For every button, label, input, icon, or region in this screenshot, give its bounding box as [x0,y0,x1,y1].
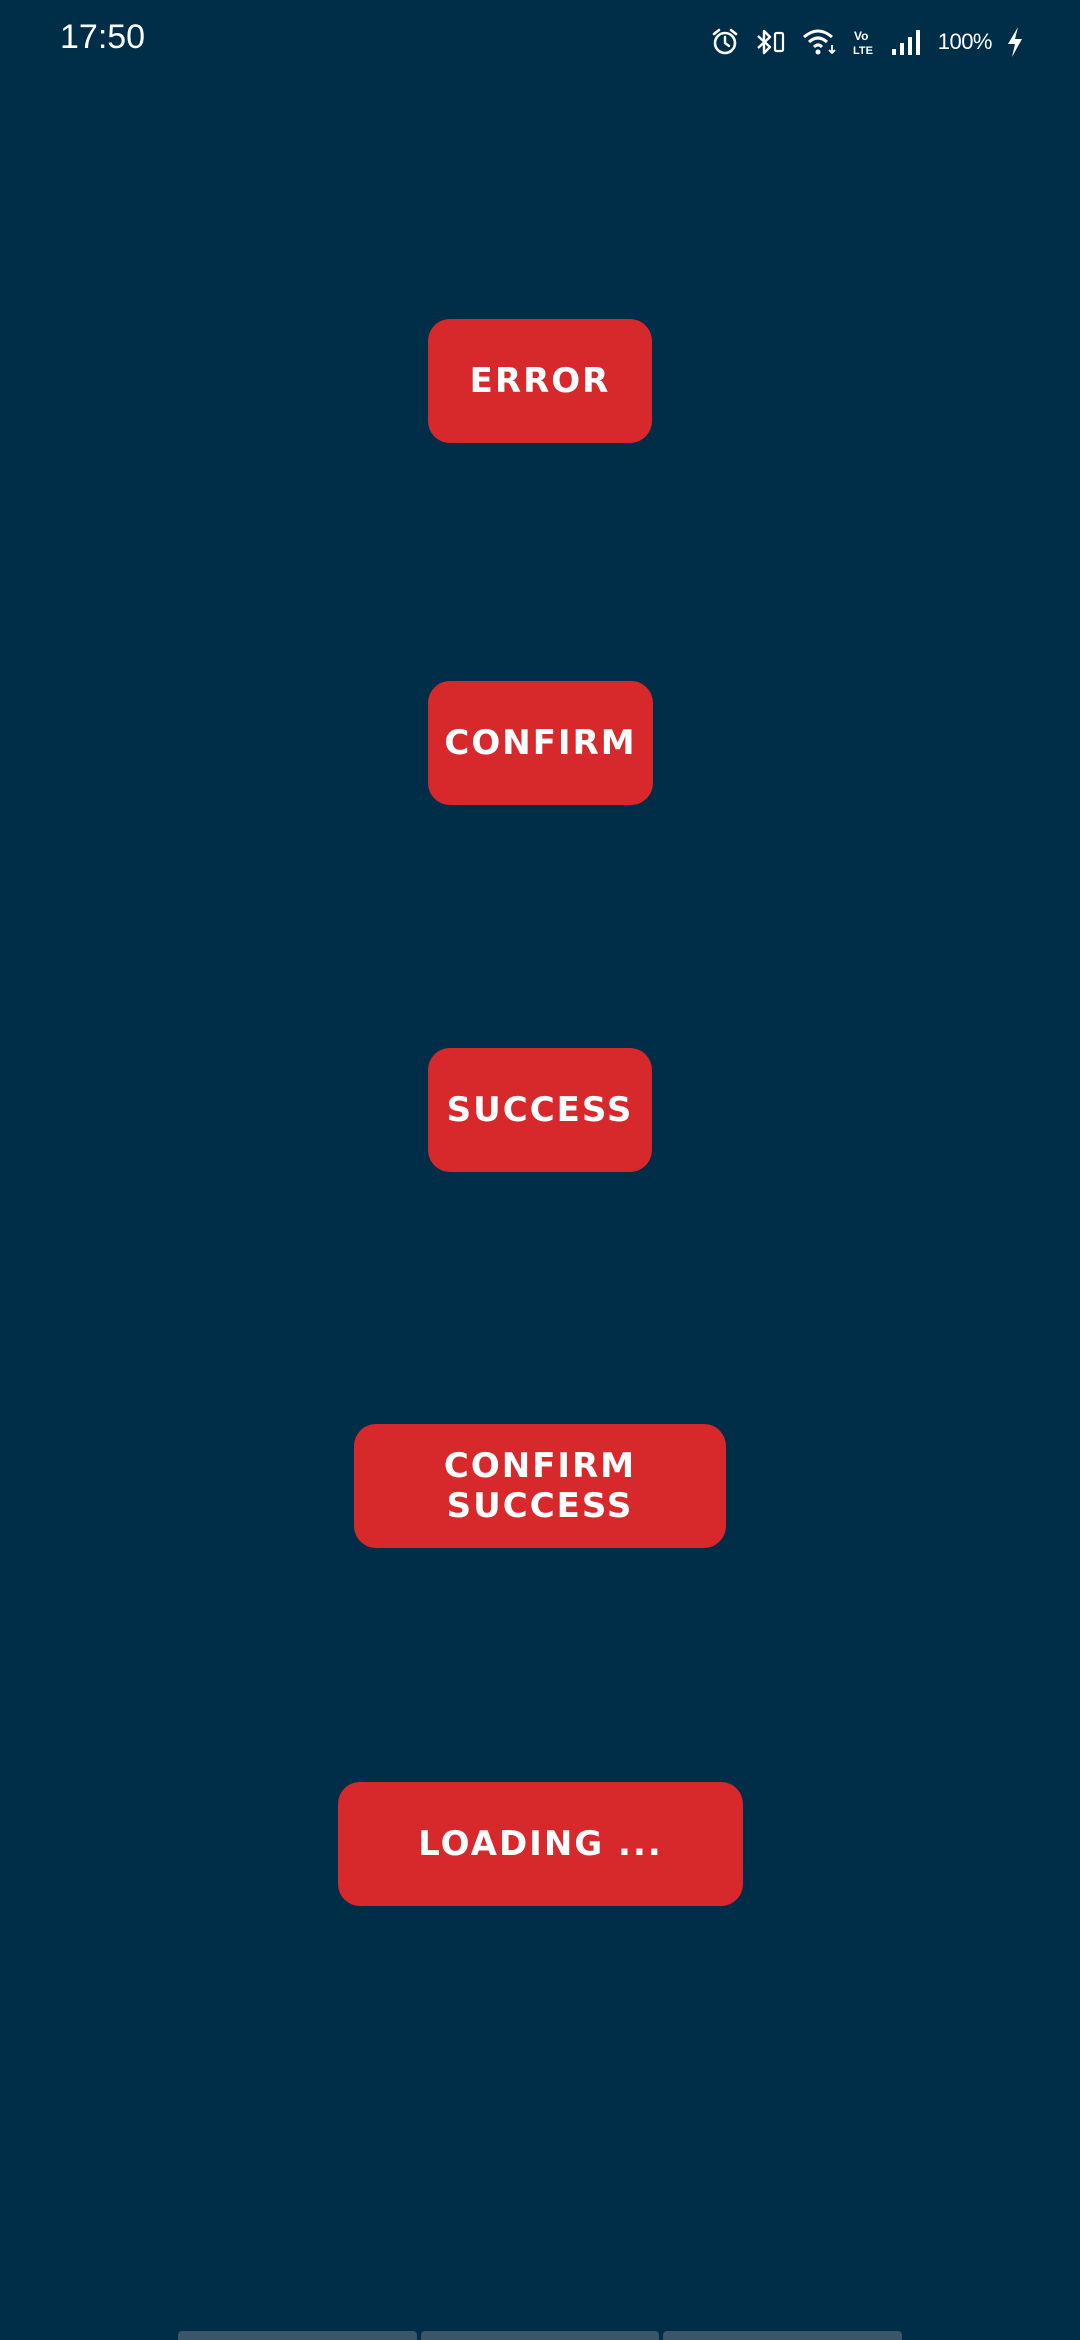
svg-text:LTE: LTE [853,45,873,57]
navigation-indicator [178,2331,903,2340]
confirm-success-button[interactable]: CONFIRM SUCCESS [354,1424,726,1548]
status-time: 17:50 [60,18,146,56]
status-icons: Vo LTE 100% [710,22,1024,62]
confirm-button[interactable]: CONFIRM [428,681,653,805]
wifi-icon [802,27,838,57]
volte-icon: Vo LTE [852,27,876,57]
signal-icon [890,27,924,57]
loading-button[interactable]: LOADING ... [338,1782,743,1906]
svg-text:Vo: Vo [854,29,868,43]
bluetooth-icon [754,27,788,57]
status-bar: 17:50 Vo LTE 100% [0,0,1080,82]
battery-percent: 100% [937,29,993,54]
success-button[interactable]: SUCCESS [428,1048,652,1172]
alarm-icon [710,27,740,57]
nav-segment [420,2331,660,2340]
charging-icon [1006,26,1024,58]
nav-segment [663,2331,903,2340]
error-button[interactable]: ERROR [428,319,652,443]
nav-segment [178,2331,417,2340]
